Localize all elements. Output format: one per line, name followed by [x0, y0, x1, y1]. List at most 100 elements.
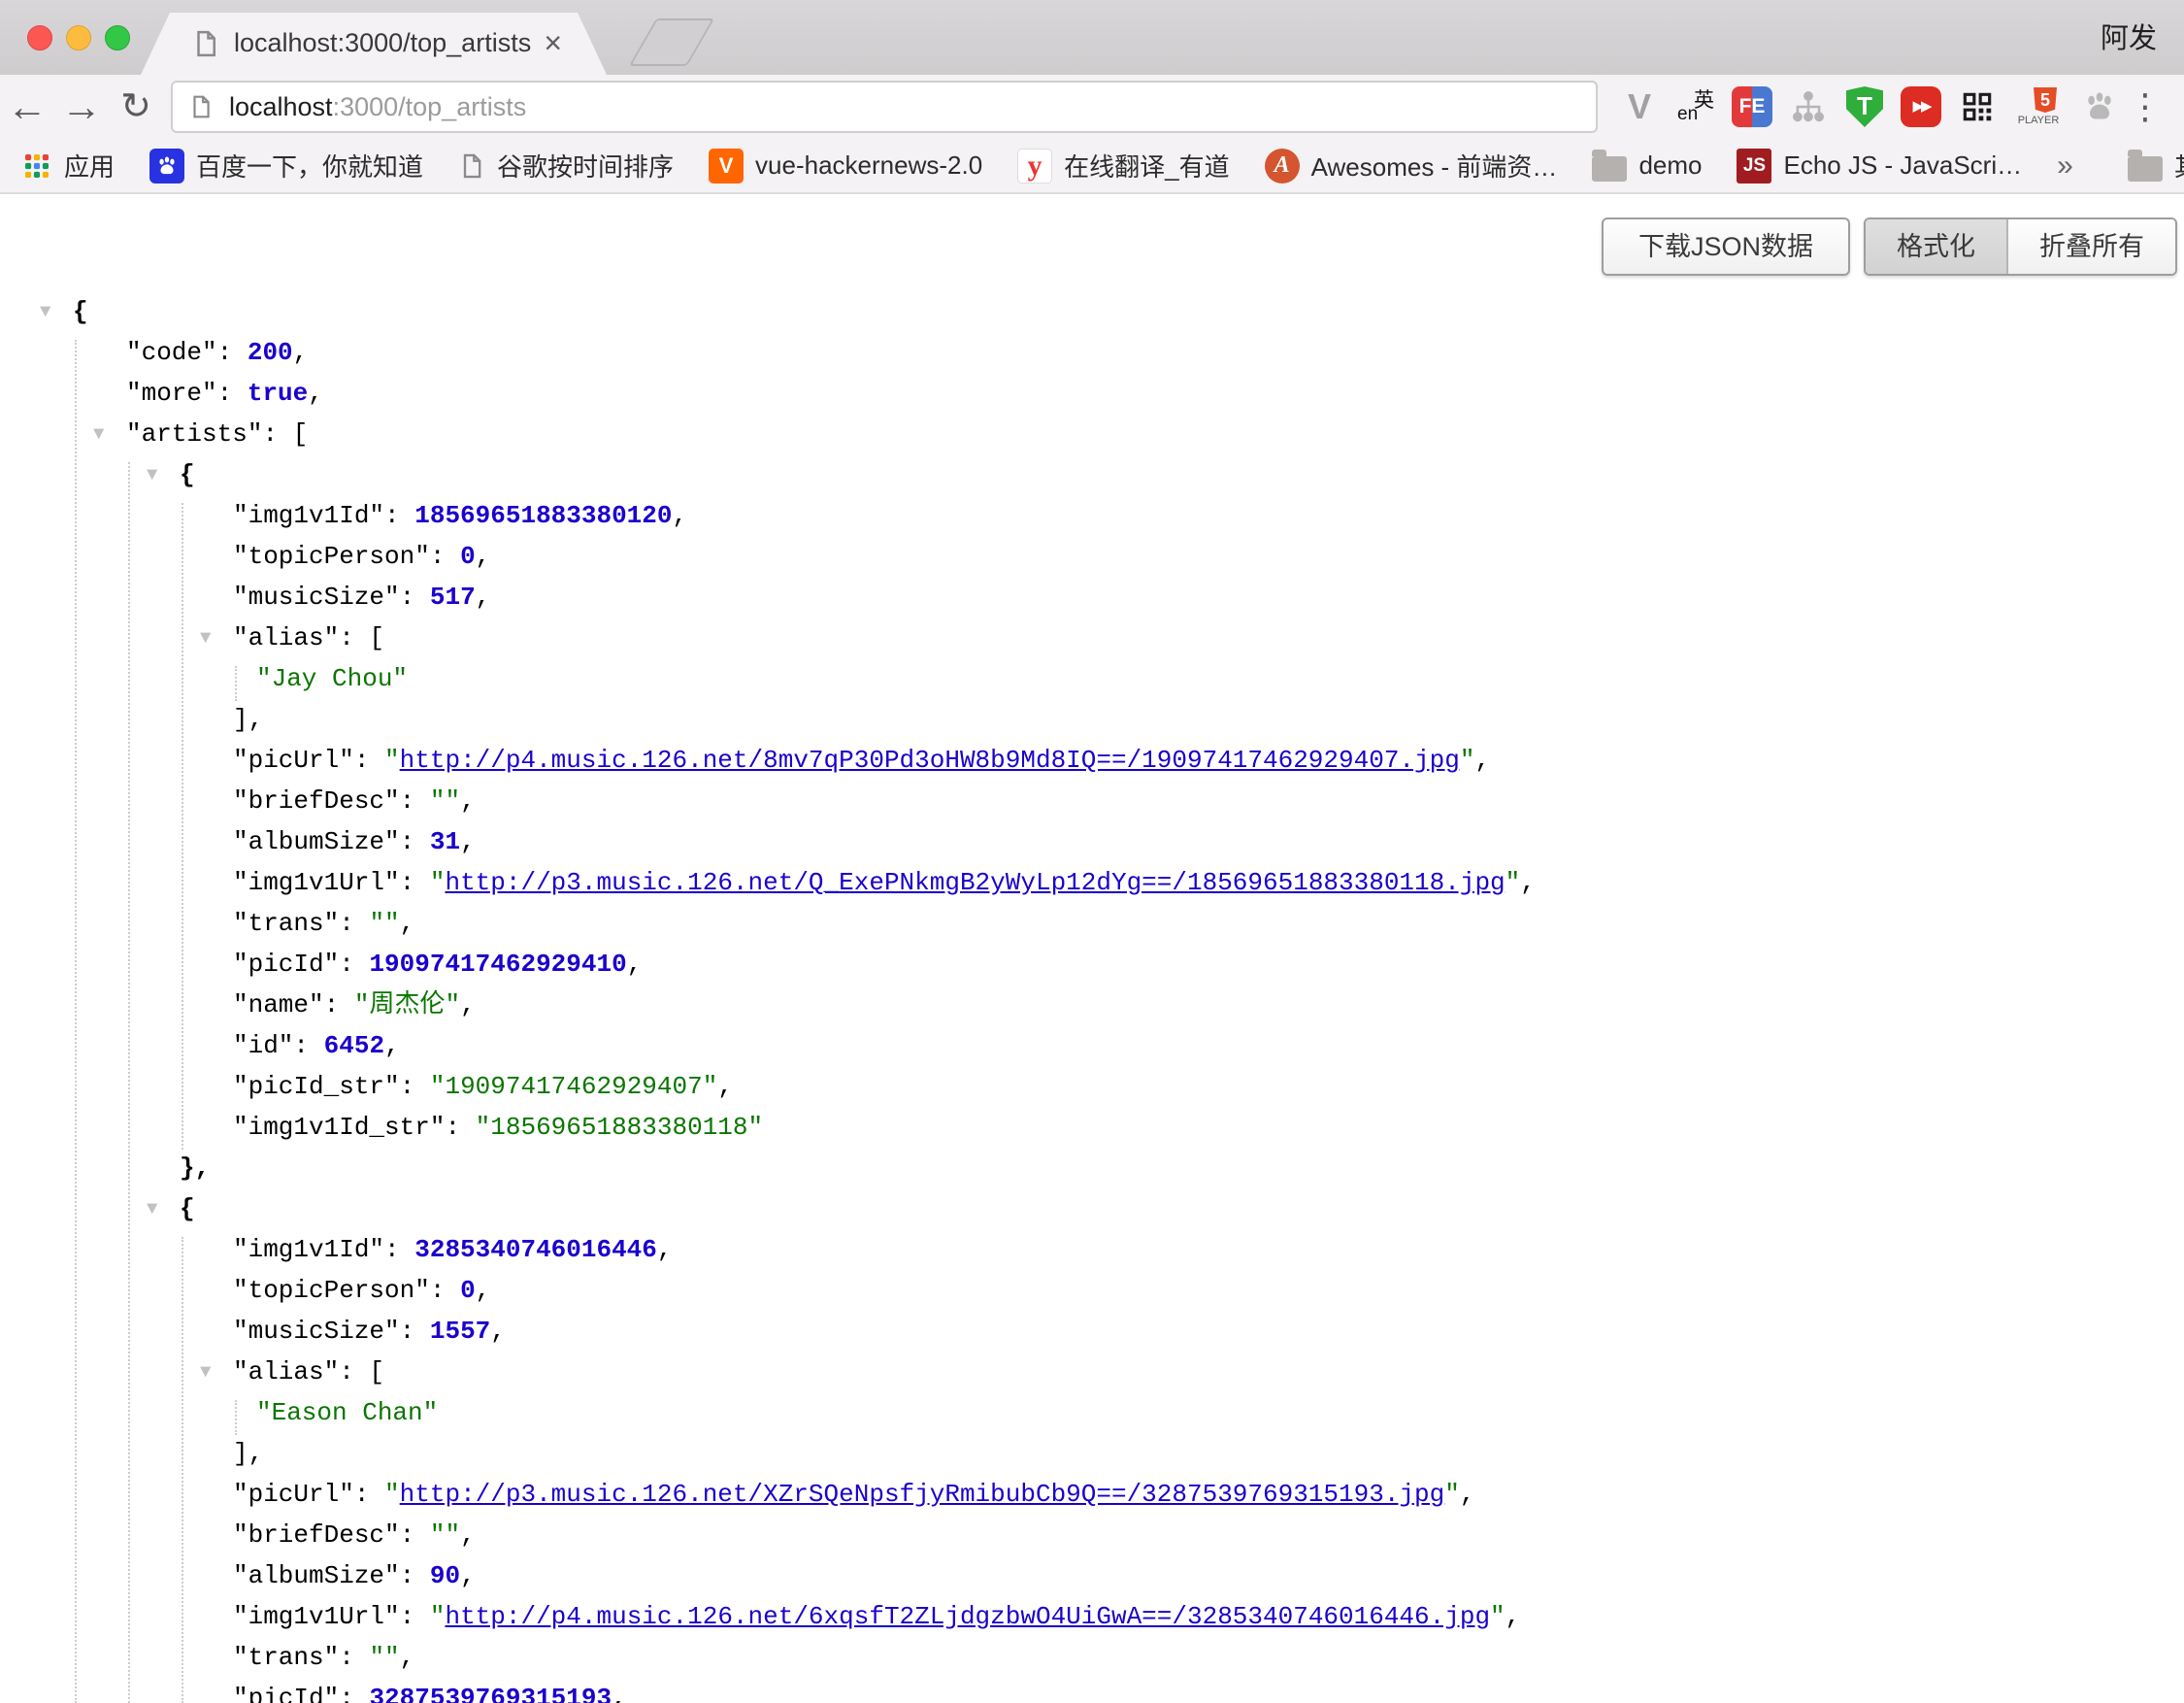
browser-tab[interactable]: localhost:3000/top_artists ×: [141, 13, 607, 75]
json-line: "topicPerson": 0,: [0, 536, 2184, 577]
bookmark-label: vue-hackernews-2.0: [755, 150, 982, 181]
browser-menu-icon[interactable]: ⋮: [2126, 86, 2165, 127]
bookmark-label: 应用: [64, 148, 115, 184]
json-token-p: :: [324, 990, 354, 1019]
json-token-p: :: [430, 542, 460, 571]
bookmark-echojs[interactable]: JS Echo JS - JavaScri…: [1737, 149, 2022, 184]
json-token-n: 90: [430, 1561, 460, 1590]
json-token-n: 517: [430, 583, 476, 612]
json-token-s: "19097417462929407": [430, 1072, 717, 1101]
json-url-link[interactable]: http://p4.music.126.net/8mv7qP30Pd3oHW8b…: [400, 746, 1460, 775]
address-bar[interactable]: localhost:3000/top_artists: [171, 81, 1598, 133]
vue-icon: V: [709, 149, 744, 184]
collapse-toggle-icon[interactable]: ▼: [147, 1188, 157, 1229]
json-line: "code": 200,: [0, 332, 2184, 373]
collapse-toggle-icon[interactable]: ▼: [40, 291, 50, 332]
bookmark-folder-demo[interactable]: demo: [1592, 150, 1702, 182]
bookmarks-overflow-icon[interactable]: »: [2057, 150, 2073, 183]
shield-t-glyph: T: [1846, 86, 1883, 127]
collapse-toggle-icon[interactable]: ▼: [93, 414, 104, 454]
bookmark-youdao[interactable]: y 在线翻译_有道: [1017, 148, 1229, 184]
bookmark-label: Echo JS - JavaScri…: [1783, 150, 2022, 181]
json-url-link[interactable]: http://p3.music.126.net/XZrSQeNpsfjyRmib…: [400, 1480, 1445, 1509]
collapse-toggle-icon[interactable]: ▼: [200, 618, 211, 658]
forward-icon[interactable]: →: [54, 78, 109, 136]
json-token-q: ": [1460, 746, 1475, 775]
json-line: ],: [0, 1433, 2184, 1474]
bookmark-vue-hackernews[interactable]: V vue-hackernews-2.0: [709, 149, 982, 184]
json-line: "picUrl": "http://p3.music.126.net/XZrSQ…: [0, 1474, 2184, 1515]
json-line: "picUrl": "http://p4.music.126.net/8mv7q…: [0, 740, 2184, 781]
vue-devtools-icon[interactable]: V: [1619, 84, 1660, 129]
sitemap-extension-icon[interactable]: [1788, 84, 1829, 129]
fehelper-extension-icon[interactable]: FE: [1732, 84, 1772, 129]
json-line: "img1v1Url": "http://p3.music.126.net/Q_…: [0, 862, 2184, 903]
bookmark-label: 在线翻译_有道: [1064, 148, 1229, 184]
json-token-p: ,: [460, 990, 476, 1019]
collapse-toggle-icon[interactable]: ▼: [147, 454, 157, 495]
bookmark-awesomes[interactable]: A Awesomes - 前端资…: [1265, 148, 1558, 184]
json-token-k: "img1v1Url": [233, 1602, 400, 1631]
json-token-p: ,: [1506, 1602, 1521, 1631]
json-token-k: "picUrl": [233, 1480, 354, 1509]
json-url-link[interactable]: http://p4.music.126.net/6xqsfT2ZLjdgzbwO…: [445, 1602, 1490, 1631]
json-token-p: ],: [233, 1439, 263, 1468]
translate-extension-icon[interactable]: 英 en: [1675, 84, 1716, 129]
json-line: "picId": 3287539769315193,: [0, 1678, 2184, 1703]
back-icon[interactable]: ←: [0, 78, 54, 136]
json-token-p: ,: [1460, 1480, 1475, 1509]
json-token-p: :: [400, 1520, 430, 1550]
json-token-k: "picId": [233, 950, 339, 979]
paw-icon: [2080, 87, 2119, 126]
collapse-toggle-icon[interactable]: ▼: [200, 1352, 211, 1392]
tampermonkey-extension-icon[interactable]: T: [1844, 84, 1885, 129]
qrcode-extension-icon[interactable]: [1957, 84, 1998, 129]
url-host: localhost: [229, 92, 333, 122]
json-token-s: "": [430, 786, 460, 816]
json-token-k: "topicPerson": [233, 1276, 430, 1305]
browser-profile-name[interactable]: 阿发: [2101, 16, 2157, 56]
paw-extension-icon[interactable]: [2079, 84, 2120, 129]
bookmark-apps[interactable]: 应用: [21, 148, 115, 184]
page-content: 下载JSON数据 格式化 折叠所有 ▼{"code": 200,"more": …: [0, 194, 2184, 1703]
youdao-icon: y: [1017, 149, 1052, 184]
other-bookmarks-folder[interactable]: 其他书签: [2128, 148, 2184, 184]
video-downloader-extension-icon[interactable]: ▶▶: [1901, 84, 1941, 129]
folder-icon: [2128, 156, 2163, 182]
minimize-window-button[interactable]: [66, 25, 91, 50]
json-token-p: ,: [1474, 746, 1490, 775]
zoom-window-button[interactable]: [105, 25, 130, 50]
json-url-link[interactable]: http://p3.music.126.net/Q_ExePNkmgB2yWyL…: [445, 868, 1505, 897]
json-line: "picId": 19097417462929410,: [0, 944, 2184, 985]
reload-icon[interactable]: ↻: [109, 78, 163, 136]
json-token-p: ,: [476, 1276, 491, 1305]
json-token-p: ,: [460, 1520, 476, 1550]
json-token-p: ,: [460, 1561, 476, 1590]
tab-title: localhost:3000/top_artists: [234, 28, 531, 58]
json-line: "albumSize": 31,: [0, 821, 2184, 862]
json-line: "img1v1Id_str": "18569651883380118": [0, 1107, 2184, 1148]
json-line: ▼"alias": [: [0, 1352, 2184, 1392]
json-line: ],: [0, 699, 2184, 740]
json-token-p: ,: [1520, 868, 1536, 897]
json-token-p: :: [354, 1480, 384, 1509]
json-token-p: ],: [233, 705, 263, 734]
json-token-p: ,: [293, 338, 309, 367]
fehelper-glyph: FE: [1732, 86, 1772, 127]
json-line: "img1v1Id": 3285340746016446,: [0, 1229, 2184, 1270]
json-token-p: ,: [400, 1643, 415, 1672]
json-token-k: "albumSize": [233, 1561, 400, 1590]
json-token-k: "albumSize": [233, 827, 400, 856]
bookmark-google-sort[interactable]: 谷歌按时间排序: [458, 148, 674, 184]
json-token-p: ,: [612, 1684, 627, 1703]
json-token-p: ,: [400, 909, 415, 938]
json-line: "musicSize": 1557,: [0, 1311, 2184, 1352]
bookmark-baidu[interactable]: 百度一下，你就知道: [149, 148, 423, 184]
new-tab-button[interactable]: [629, 18, 714, 66]
json-token-p: ,: [476, 542, 491, 571]
html5-player-extension-icon[interactable]: 5 PLAYER: [2013, 84, 2064, 129]
close-window-button[interactable]: [27, 25, 52, 50]
other-bookmarks-label: 其他书签: [2174, 148, 2184, 184]
json-token-q: ": [430, 868, 446, 897]
tab-close-icon[interactable]: ×: [544, 25, 562, 61]
